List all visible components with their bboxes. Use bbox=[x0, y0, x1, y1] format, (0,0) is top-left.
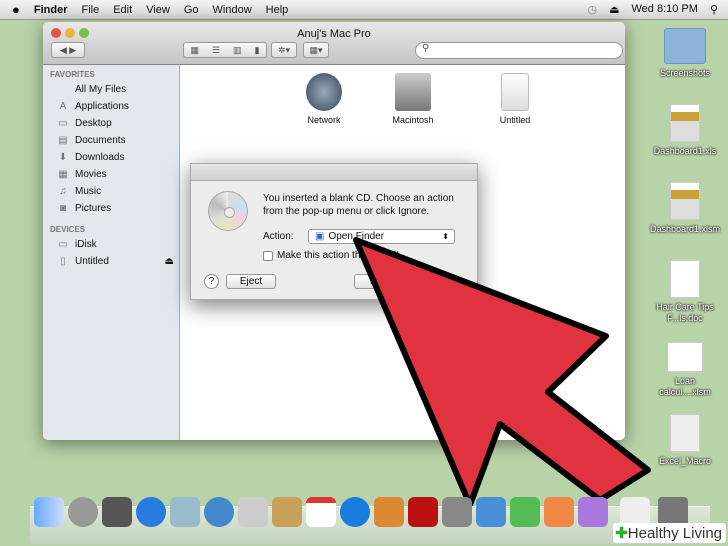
mail-dock-icon[interactable] bbox=[170, 497, 200, 527]
address-book-dock-icon[interactable] bbox=[272, 497, 302, 527]
watermark-text: Healthy Living bbox=[627, 525, 722, 542]
photo-booth-dock-icon[interactable] bbox=[408, 497, 438, 527]
system-preferences-dock-icon[interactable] bbox=[442, 497, 472, 527]
finder-dock-icon[interactable] bbox=[34, 497, 64, 527]
healthy-living-watermark: ✚Healthy Living bbox=[613, 523, 726, 543]
calendar-dock-icon[interactable] bbox=[306, 497, 336, 527]
launchpad-dock-icon[interactable] bbox=[68, 497, 98, 527]
word-dock-icon[interactable] bbox=[476, 497, 506, 527]
excel-dock-icon[interactable] bbox=[510, 497, 540, 527]
plus-logo-icon: ✚ bbox=[615, 525, 628, 542]
facetime-dock-icon[interactable] bbox=[238, 497, 268, 527]
mission-control-dock-icon[interactable] bbox=[102, 497, 132, 527]
red-arrow-annotation bbox=[353, 237, 651, 508]
app-store-dock-icon[interactable] bbox=[136, 497, 166, 527]
iphoto-dock-icon[interactable] bbox=[374, 497, 404, 527]
outlook-dock-icon[interactable] bbox=[578, 497, 608, 527]
dock bbox=[30, 497, 710, 544]
arrow-shape bbox=[353, 237, 651, 508]
itunes-dock-icon[interactable] bbox=[340, 497, 370, 527]
powerpoint-dock-icon[interactable] bbox=[544, 497, 574, 527]
safari-dock-icon[interactable] bbox=[204, 497, 234, 527]
